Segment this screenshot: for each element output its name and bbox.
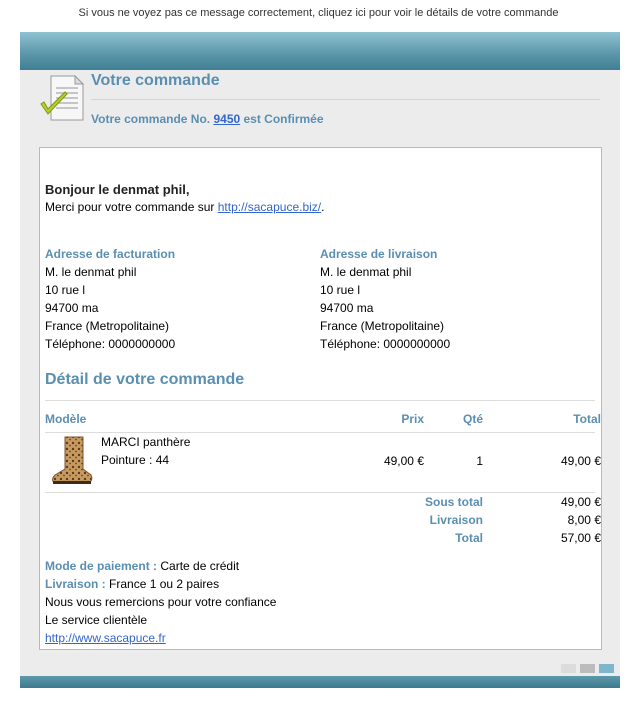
billing-city: 94700 ma	[45, 301, 99, 315]
footer-square-gray	[580, 664, 595, 673]
top-notice-link[interactable]: Si vous ne voyez pas ce message correcte…	[0, 7, 637, 19]
order-detail-title: Détail de votre commande	[45, 371, 245, 388]
column-header-price: Prix	[401, 412, 424, 426]
subtotal-value: 49,00 €	[560, 495, 601, 509]
shipping-cost-value: 8,00 €	[567, 513, 601, 527]
items-divider	[45, 492, 595, 493]
thanks-line: Merci pour votre commande sur http://sac…	[45, 200, 325, 214]
product-total: 49,00 €	[560, 454, 601, 468]
footer-bar	[20, 676, 620, 688]
total-value: 57,00 €	[560, 531, 601, 545]
greeting: Bonjour le denmat phil,	[45, 182, 190, 197]
header-divider	[91, 99, 600, 100]
column-header-model: Modèle	[45, 412, 87, 426]
subtotal-label: Sous total	[424, 495, 483, 509]
shipping-address: Adresse de livraison M. le denmat phil 1…	[320, 245, 450, 353]
column-header-total: Total	[573, 412, 601, 426]
product-name: MARCI panthère	[101, 435, 191, 449]
billing-label: Adresse de facturation	[45, 247, 176, 261]
billing-phone: Téléphone: 0000000000	[45, 337, 176, 351]
billing-address: Adresse de facturation M. le denmat phil…	[45, 245, 175, 353]
product-size: Pointure : 44	[101, 453, 170, 467]
billing-country: France (Metropolitaine)	[45, 319, 170, 333]
product-price: 49,00 €	[383, 454, 424, 468]
email-card: Votre commande Votre commande No. 9450 e…	[20, 70, 620, 676]
footer-square-light	[561, 664, 576, 673]
shipping-phone: Téléphone: 0000000000	[320, 337, 451, 351]
shipping-city: 94700 ma	[320, 301, 374, 315]
column-header-qty: Qté	[462, 412, 483, 426]
shipping-label: Adresse de livraison	[320, 247, 438, 261]
detail-divider	[45, 400, 595, 401]
product-qty: 1	[476, 454, 483, 468]
shipping-name: M. le denmat phil	[320, 265, 412, 279]
order-number-link[interactable]: 9450	[213, 112, 240, 126]
delivery-method: Livraison : France 1 ou 2 paires	[45, 577, 220, 591]
footer-site-link[interactable]: http://www.sacapuce.fr	[45, 631, 166, 645]
closing-signature: Le service clientèle	[45, 613, 148, 627]
total-label: Total	[455, 531, 483, 545]
header-title: Votre commande	[91, 72, 220, 89]
closing-thanks: Nous vous remercions pour votre confianc…	[45, 595, 277, 609]
leopard-boot-image	[52, 436, 93, 484]
billing-street: 10 rue l	[45, 283, 86, 297]
header-row-divider	[45, 432, 595, 433]
footer-square-blue	[599, 664, 614, 673]
shop-link[interactable]: http://sacapuce.biz/	[218, 200, 321, 214]
document-check-icon	[40, 74, 85, 121]
shipping-street: 10 rue l	[320, 283, 361, 297]
header-banner	[20, 32, 620, 70]
payment-method: Mode de paiement : Carte de crédit	[45, 559, 240, 573]
shipping-country: France (Metropolitaine)	[320, 319, 445, 333]
order-confirmation: Votre commande No. 9450 est Confirmée	[91, 112, 324, 126]
billing-name: M. le denmat phil	[45, 265, 137, 279]
shipping-cost-label: Livraison	[429, 513, 483, 527]
order-panel: Bonjour le denmat phil, Merci pour votre…	[39, 147, 602, 650]
